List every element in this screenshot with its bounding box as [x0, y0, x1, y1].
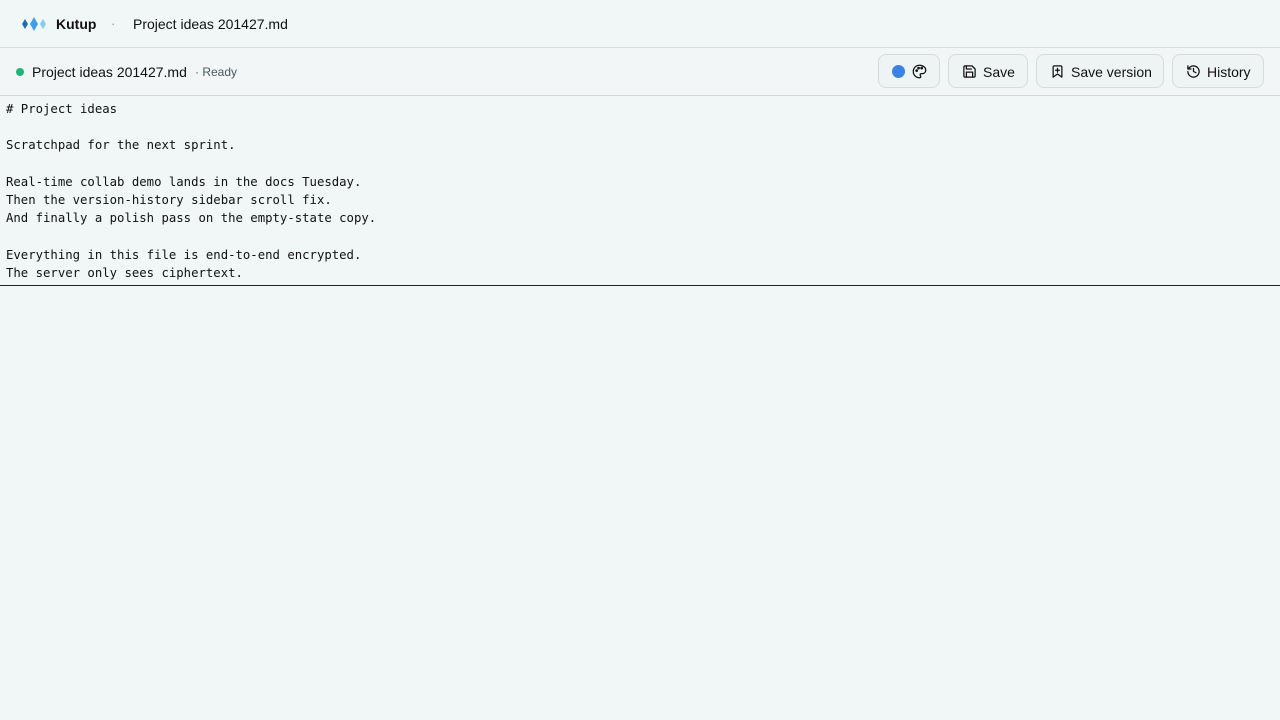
theme-button[interactable]: [878, 54, 940, 88]
brand-name: Kutup: [56, 16, 97, 32]
floppy-disk-icon: [963, 65, 976, 78]
editor-content[interactable]: # Project ideas Scratchpad for the next …: [6, 100, 376, 282]
save-button-label: Save: [983, 64, 1015, 80]
document-name: Project ideas 201427.md: [32, 64, 187, 80]
save-button[interactable]: Save: [948, 54, 1028, 88]
bookmark-plus-icon: [1052, 65, 1063, 78]
top-bar: Kutup · Project ideas 201427.md: [0, 0, 1280, 48]
history-button-label: History: [1207, 64, 1251, 80]
theme-color-swatch: [892, 65, 905, 78]
logo-icon: [22, 17, 46, 31]
palette-icon: [912, 64, 927, 79]
save-version-button-label: Save version: [1071, 64, 1152, 80]
title-separator: ·: [111, 16, 116, 31]
top-document-title: Project ideas 201427.md: [133, 16, 288, 32]
document-toolbar: Project ideas 201427.md · Ready Save Sav…: [0, 48, 1280, 96]
editor-area[interactable]: # Project ideas Scratchpad for the next …: [0, 96, 1280, 286]
history-button[interactable]: History: [1172, 54, 1264, 88]
history-clock-icon: [1187, 65, 1200, 78]
status-dot: [16, 68, 24, 76]
document-status: · Ready: [195, 65, 238, 79]
save-version-button[interactable]: Save version: [1036, 54, 1164, 88]
